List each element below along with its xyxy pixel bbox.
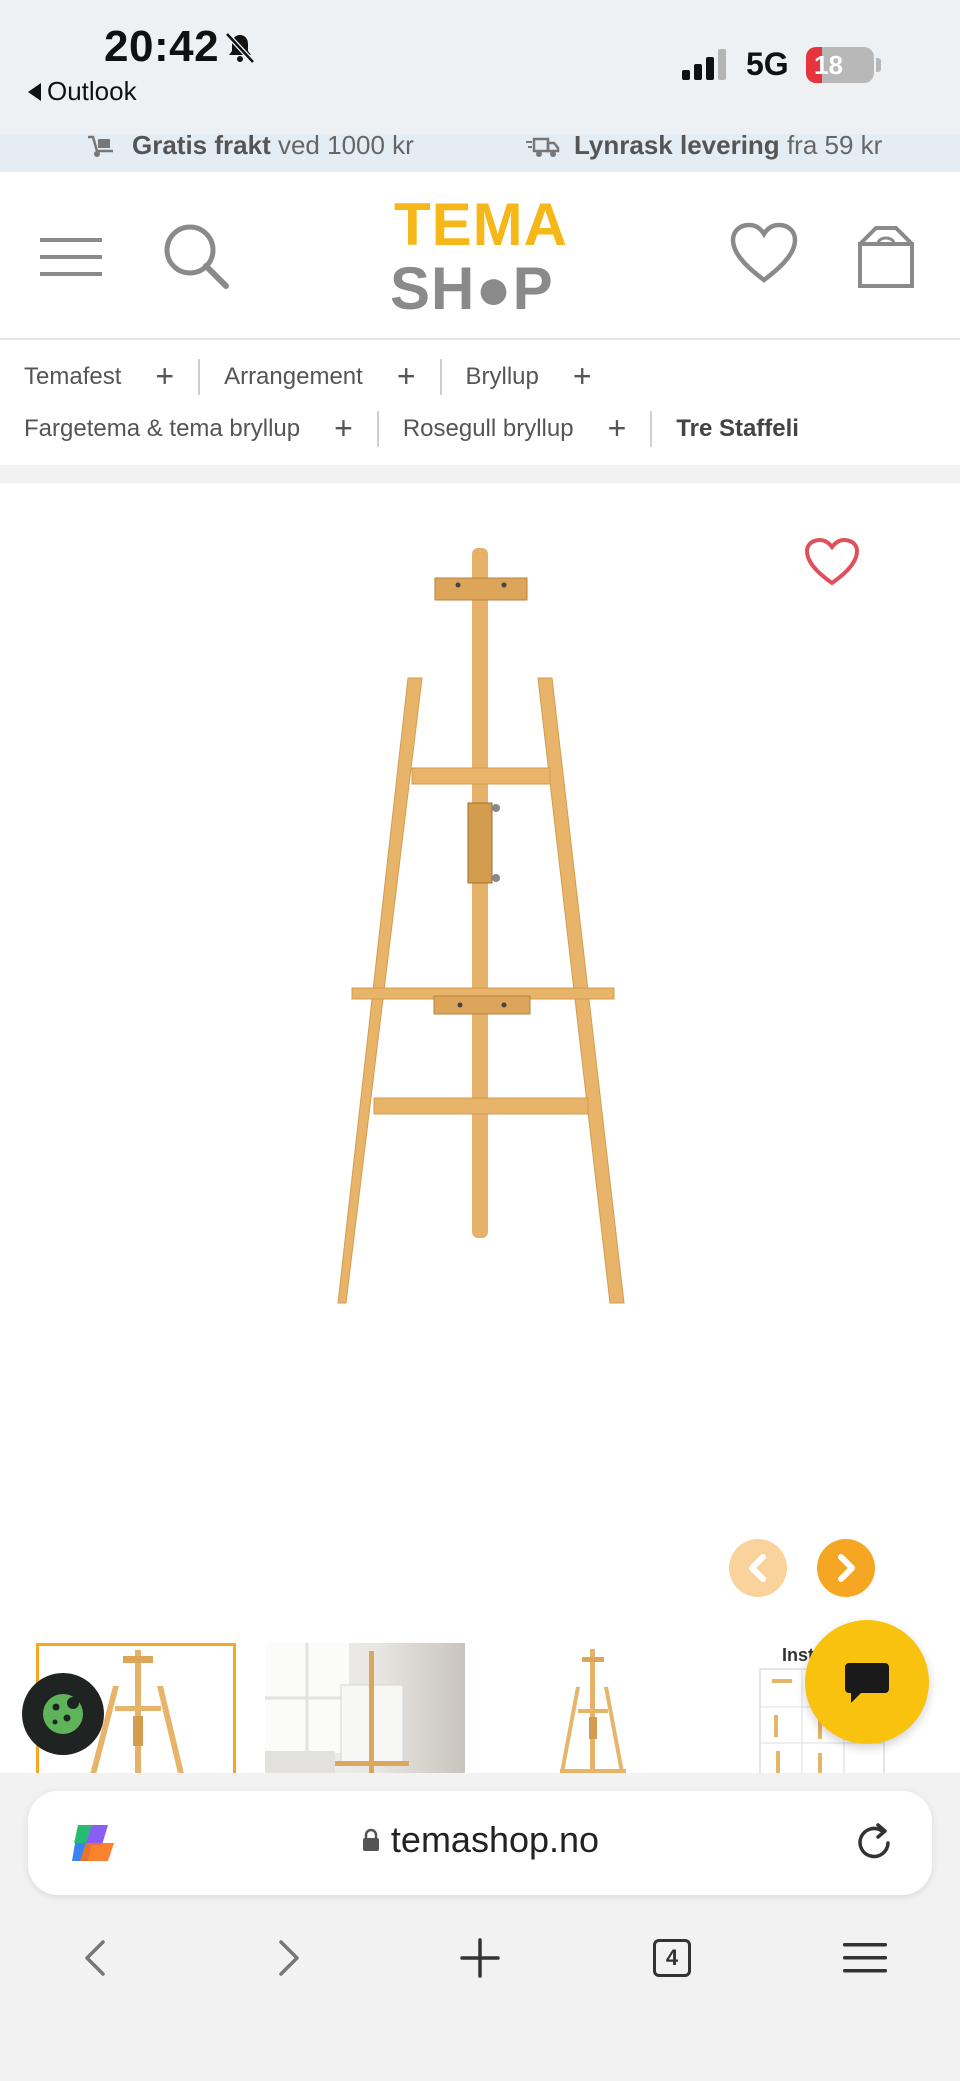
battery-percent: 18	[814, 50, 843, 80]
status-bar: 20:42 Outlook 5G 18	[0, 0, 960, 134]
expand-plus-icon[interactable]: +	[397, 358, 416, 395]
gallery-prev-button[interactable]	[729, 1539, 787, 1597]
promo-fast-delivery: Lynrask levering fra 59 kr	[526, 134, 882, 161]
tabs-button[interactable]: 4	[637, 1923, 707, 1993]
reload-icon[interactable]	[852, 1821, 896, 1865]
chevron-left-icon	[85, 1940, 105, 1976]
expand-plus-icon[interactable]: +	[334, 410, 353, 447]
plus-icon	[460, 1938, 500, 1978]
address-bar[interactable]: temashop.no	[28, 1791, 932, 1895]
breadcrumb-label: Arrangement	[224, 362, 363, 390]
easel-product-image[interactable]	[300, 513, 660, 1313]
promo-strip: Gratis frakt ved 1000 kr Lynrask leverin…	[0, 134, 960, 172]
breadcrumb-item-temafest[interactable]: Temafest +	[24, 358, 224, 395]
breadcrumb-label: Bryllup	[465, 362, 539, 390]
search-icon[interactable]	[162, 222, 230, 290]
product-gallery: Inst	[0, 483, 960, 1773]
browser-nav-row: 4	[0, 1923, 960, 1993]
section-divider	[0, 465, 960, 483]
expand-plus-icon[interactable]: +	[608, 410, 627, 447]
breadcrumb-label: Temafest	[24, 362, 122, 390]
breadcrumb-item-bryllup[interactable]: Bryllup +	[466, 358, 592, 395]
cookie-icon	[43, 1694, 83, 1734]
breadcrumb-item-fargetema[interactable]: Fargetema & tema bryllup +	[24, 410, 403, 447]
breadcrumb-label: Rosegull bryllup	[402, 414, 574, 442]
breadcrumb-row-1: Temafest + Arrangement + Bryllup +	[24, 358, 592, 395]
cookie-settings-button[interactable]	[22, 1673, 104, 1755]
thumbnail-3[interactable]	[494, 1643, 694, 1773]
chevron-right-icon	[279, 1940, 299, 1976]
browser-forward-button[interactable]	[254, 1923, 324, 1993]
battery-indicator: 18	[806, 47, 874, 83]
promo-delivery-bold: Lynrask levering	[574, 134, 780, 160]
menu-icon	[843, 1943, 887, 1973]
logo-tema-text: TEMA	[394, 191, 568, 258]
breadcrumb-item-arrangement[interactable]: Arrangement +	[224, 358, 465, 395]
breadcrumb-label: Fargetema & tema bryllup	[24, 414, 301, 442]
chat-button[interactable]	[805, 1620, 929, 1744]
breadcrumb-separator	[376, 410, 379, 447]
browser-toolbar: temashop.no 4	[0, 1773, 960, 2081]
breadcrumb-separator	[650, 410, 653, 447]
breadcrumb-item-rosegull[interactable]: Rosegull bryllup +	[403, 410, 676, 447]
battery-tip	[876, 58, 881, 72]
chat-bubble-icon	[845, 1663, 889, 1703]
breadcrumb-current: Tre Staffeli	[676, 414, 799, 442]
browser-back-button[interactable]	[60, 1923, 130, 1993]
tab-count: 4	[653, 1939, 691, 1977]
bell-muted-icon	[225, 32, 255, 64]
breadcrumb-separator	[439, 358, 442, 395]
hand-truck-icon	[88, 135, 113, 157]
thumbnail-easel-small-image	[559, 1649, 626, 1773]
logo-shop-text: SH●P	[390, 255, 554, 322]
promo-shipping-bold: Gratis frakt	[132, 134, 271, 160]
promo-delivery-rest: fra 59 kr	[786, 134, 883, 160]
expand-plus-icon[interactable]: +	[155, 358, 174, 395]
thumbnail-2[interactable]	[265, 1643, 465, 1773]
status-time: 20:42	[104, 22, 220, 71]
back-to-app[interactable]: Outlook	[28, 76, 137, 107]
url-text: temashop.no	[390, 1819, 600, 1860]
chevron-left-icon	[749, 1554, 766, 1582]
breadcrumb: Temafest + Arrangement + Bryllup + Farge…	[0, 340, 960, 465]
site-header: TEMA SH●P	[0, 172, 960, 340]
hamburger-menu-icon[interactable]	[38, 234, 104, 280]
shopping-bag-icon[interactable]	[856, 224, 916, 290]
add-to-favorites-heart-icon[interactable]	[804, 537, 860, 587]
chevron-right-icon	[838, 1554, 855, 1582]
gallery-next-button[interactable]	[817, 1539, 875, 1597]
breadcrumb-row-2: Fargetema & tema bryllup + Rosegull bryl…	[24, 410, 799, 447]
new-tab-button[interactable]	[445, 1923, 515, 1993]
url-display: temashop.no	[28, 1819, 932, 1861]
cellular-signal-icon	[682, 49, 726, 80]
thumbnail-room-image	[265, 1643, 409, 1773]
network-type: 5G	[746, 46, 789, 82]
breadcrumb-separator	[198, 358, 201, 395]
promo-shipping-rest: ved 1000 kr	[277, 134, 414, 160]
expand-plus-icon[interactable]: +	[573, 358, 592, 395]
back-triangle-icon	[28, 82, 41, 101]
browser-menu-button[interactable]	[830, 1923, 900, 1993]
promo-free-shipping: Gratis frakt ved 1000 kr	[84, 134, 414, 161]
back-app-label: Outlook	[47, 76, 137, 106]
lock-icon	[362, 1828, 379, 1851]
delivery-truck-icon	[526, 137, 560, 157]
wishlist-heart-icon[interactable]	[730, 222, 798, 284]
temashop-logo[interactable]: TEMA SH●P	[388, 190, 574, 326]
